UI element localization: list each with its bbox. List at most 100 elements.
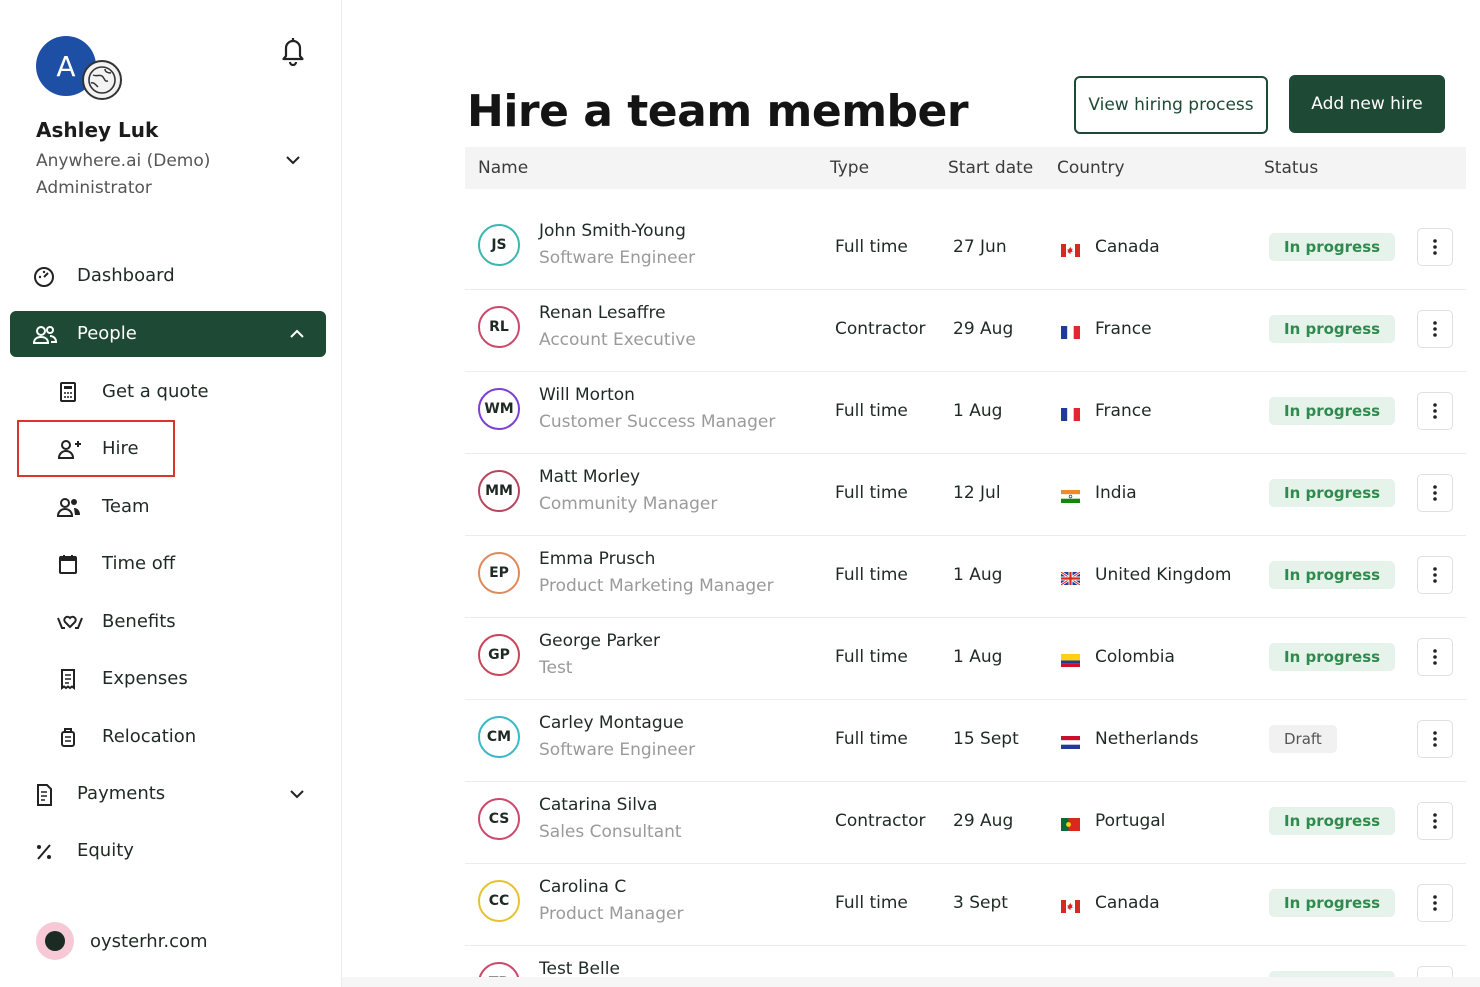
user-org: Anywhere.ai (Demo) (36, 151, 211, 171)
employment-type: Full time (835, 565, 908, 585)
country-name: Portugal (1095, 811, 1166, 831)
person-job-title: Community Manager (539, 494, 718, 514)
start-date: 1 Aug (953, 401, 1003, 421)
person-name[interactable]: John Smith-Young (539, 221, 686, 241)
kebab-menu-icon (1433, 895, 1437, 911)
sidebar-item-label: Payments (77, 783, 166, 804)
status-badge: In progress (1269, 233, 1396, 261)
person-job-title: Sales Consultant (539, 822, 682, 842)
kebab-menu-icon (1433, 567, 1437, 583)
sidebar-item-label: Benefits (102, 611, 176, 632)
kebab-menu-icon (1433, 321, 1437, 337)
chevron-down-icon[interactable] (283, 150, 303, 170)
portugal-flag-icon (1061, 816, 1080, 831)
table-row[interactable]: CM Carley Montague Software Engineer Full t… (465, 700, 1466, 782)
oyster-logo-icon (36, 922, 74, 960)
person-job-title: Software Engineer (539, 740, 696, 760)
colombia-flag-icon (1061, 652, 1080, 667)
sidebar-item-team[interactable]: Team (36, 484, 326, 530)
canada-flag-icon (1061, 242, 1080, 257)
table-row[interactable]: CC Carolina C Product Manager Full time 3 Se… (465, 864, 1466, 946)
page-title: Hire a team member (467, 86, 969, 137)
brand-link[interactable]: oysterhr.com (36, 922, 336, 962)
more-options-button[interactable] (1417, 556, 1453, 594)
person-name[interactable]: Test Belle (539, 959, 620, 979)
bell-icon[interactable] (278, 34, 308, 67)
hand-heart-icon (56, 610, 83, 634)
table-row[interactable]: GP George Parker Test Full time 1 Aug Colombi… (465, 618, 1466, 700)
more-options-button[interactable] (1417, 228, 1453, 266)
add-new-hire-button[interactable]: Add new hire (1289, 75, 1445, 133)
document-icon (32, 783, 56, 807)
sidebar-item-dashboard[interactable]: Dashboard (10, 253, 326, 299)
person-name[interactable]: Catarina Silva (539, 795, 657, 815)
table-row[interactable]: JS John Smith-Young Software Engineer Full … (465, 208, 1466, 290)
sidebar-item-label: Relocation (102, 726, 197, 747)
column-header-country[interactable]: Country (1057, 158, 1125, 178)
sidebar-item-benefits[interactable]: Benefits (36, 599, 326, 645)
start-date: 15 Sept (953, 729, 1019, 749)
brand-label: oysterhr.com (90, 931, 208, 952)
sidebar-item-label: People (77, 323, 137, 344)
india-flag-icon (1061, 488, 1080, 503)
column-header-name[interactable]: Name (478, 158, 528, 178)
start-date: 29 Aug (953, 811, 1014, 831)
scroll-fade (342, 977, 1480, 987)
receipt-icon (56, 667, 80, 691)
table-header: Name Type Start date Country Status (465, 147, 1466, 189)
table-row[interactable]: CS Catarina Silva Sales Consultant Contract… (465, 782, 1466, 864)
view-hiring-process-button[interactable]: View hiring process (1074, 76, 1268, 134)
person-job-title: Product Marketing Manager (539, 576, 774, 596)
sidebar-item-people[interactable]: People (10, 311, 326, 357)
kebab-menu-icon (1433, 239, 1437, 255)
sidebar-item-payments[interactable]: Payments (10, 771, 326, 817)
person-name[interactable]: George Parker (539, 631, 660, 651)
sidebar-item-label: Dashboard (77, 265, 175, 286)
person-name[interactable]: Carley Montague (539, 713, 684, 733)
table-row[interactable]: MM Matt Morley Community Manager Full time 1… (465, 454, 1466, 536)
kebab-menu-icon (1433, 649, 1437, 665)
person-name[interactable]: Matt Morley (539, 467, 640, 487)
uk-flag-icon (1060, 570, 1081, 587)
country-name: United Kingdom (1095, 565, 1232, 585)
country-name: France (1095, 319, 1152, 339)
table-row[interactable]: EP Emma Prusch Product Marketing Manager Fu… (465, 536, 1466, 618)
table-row[interactable]: WM Will Morton Customer Success Manager Ful… (465, 372, 1466, 454)
column-header-status[interactable]: Status (1264, 158, 1318, 178)
chevron-down-icon (288, 785, 306, 803)
more-options-button[interactable] (1417, 474, 1453, 512)
sidebar-item-relocation[interactable]: Relocation (36, 714, 326, 760)
sidebar: A Ashley Luk Anywhere.ai (Demo) Administ… (0, 0, 342, 987)
more-options-button[interactable] (1417, 638, 1453, 676)
more-options-button[interactable] (1417, 802, 1453, 840)
person-name[interactable]: Carolina C (539, 877, 626, 897)
employment-type: Full time (835, 893, 908, 913)
france-flag-icon (1061, 406, 1080, 421)
percent-icon (32, 840, 56, 864)
column-header-start-date[interactable]: Start date (948, 158, 1033, 178)
netherlands-flag-icon (1061, 734, 1080, 749)
column-header-type[interactable]: Type (830, 158, 869, 178)
sidebar-item-get-quote[interactable]: Get a quote (36, 369, 326, 415)
people-icon (32, 323, 58, 347)
sidebar-item-expenses[interactable]: Expenses (36, 656, 326, 702)
country-name: France (1095, 401, 1152, 421)
more-options-button[interactable] (1417, 392, 1453, 430)
employment-type: Full time (835, 647, 908, 667)
user-avatar-group[interactable]: A (36, 36, 126, 102)
sidebar-item-equity[interactable]: Equity (10, 828, 326, 874)
employment-type: Full time (835, 483, 908, 503)
more-options-button[interactable] (1417, 884, 1453, 922)
sidebar-item-time-off[interactable]: Time off (36, 541, 326, 587)
sidebar-item-label: Expenses (102, 668, 188, 689)
person-name[interactable]: Renan Lesaffre (539, 303, 666, 323)
country-name: Canada (1095, 893, 1160, 913)
highlight-box (17, 420, 175, 477)
initials-avatar: WM (478, 388, 520, 430)
table-row[interactable]: RL Renan Lesaffre Account Executive Contrac… (465, 290, 1466, 372)
more-options-button[interactable] (1417, 720, 1453, 758)
person-name[interactable]: Emma Prusch (539, 549, 655, 569)
person-name[interactable]: Will Morton (539, 385, 635, 405)
start-date: 1 Aug (953, 565, 1003, 585)
more-options-button[interactable] (1417, 310, 1453, 348)
